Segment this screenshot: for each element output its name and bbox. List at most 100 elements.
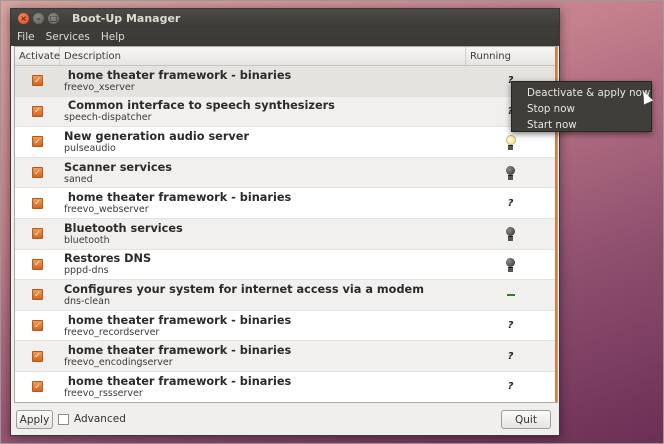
apply-button[interactable]: Apply xyxy=(16,410,53,429)
activate-cell: ✓ xyxy=(15,158,60,188)
menu-item-stop-now[interactable]: Stop now xyxy=(512,101,651,117)
advanced-label: Advanced xyxy=(74,413,126,425)
description-cell: home theater framework - binaries freevo… xyxy=(60,66,466,96)
service-name: saned xyxy=(64,173,93,185)
service-description: New generation audio server xyxy=(64,129,250,143)
bottom-bar: Apply Advanced Quit xyxy=(11,405,559,435)
table-row[interactable]: ✓ home theater framework - binaries free… xyxy=(15,372,557,402)
advanced-toggle[interactable]: Advanced xyxy=(58,413,126,425)
menu-services[interactable]: Services xyxy=(46,31,90,43)
service-description: Configures your system for internet acce… xyxy=(64,282,424,296)
activate-checkbox[interactable]: ✓ xyxy=(32,289,43,301)
lightbulb-on-icon xyxy=(506,135,516,151)
description-cell: home theater framework - binaries freevo… xyxy=(60,188,466,218)
service-description: home theater framework - binaries xyxy=(64,68,292,82)
menu-item-deactivate-apply[interactable]: Deactivate & apply now xyxy=(512,85,651,101)
activate-cell: ✓ xyxy=(15,372,60,402)
service-name: pulseaudio xyxy=(64,142,116,154)
service-description: home theater framework - binaries xyxy=(64,191,292,205)
menu-item-start-now[interactable]: Start now xyxy=(512,117,651,133)
service-description: home theater framework - binaries xyxy=(64,344,292,358)
activate-checkbox[interactable]: ✓ xyxy=(32,167,43,179)
table-row[interactable]: ✓ home theater framework - binaries free… xyxy=(15,188,557,219)
description-cell: Configures your system for internet acce… xyxy=(60,280,466,310)
activate-cell: ✓ xyxy=(15,97,60,127)
running-cell xyxy=(466,280,555,310)
unknown-status: ? xyxy=(507,320,514,332)
service-description: Restores DNS xyxy=(64,252,152,266)
unknown-status: ? xyxy=(507,197,514,209)
table-row[interactable]: ✓ Scanner services saned xyxy=(15,157,557,189)
close-icon[interactable]: × xyxy=(18,13,29,24)
running-cell xyxy=(466,158,555,188)
activate-checkbox[interactable]: ✓ xyxy=(32,350,43,362)
service-name: dns-clean xyxy=(64,295,110,307)
activate-cell: ✓ xyxy=(15,127,60,157)
advanced-checkbox[interactable] xyxy=(58,413,69,425)
table-row[interactable]: ✓ New generation audio server pulseaudio xyxy=(15,127,557,158)
running-cell: ? xyxy=(466,372,555,402)
description-cell: Restores DNS pppd-dns xyxy=(60,250,466,280)
running-cell xyxy=(466,219,555,249)
description-cell: Common interface to speech synthesizers … xyxy=(60,97,466,127)
service-name: freevo_encodingserver xyxy=(64,357,173,369)
lightbulb-off-icon xyxy=(506,257,515,272)
description-cell: home theater framework - binaries freevo… xyxy=(60,372,466,402)
activate-cell: ✓ xyxy=(15,341,60,371)
activate-checkbox[interactable]: ✓ xyxy=(32,105,43,117)
table-row[interactable]: ✓ Bluetooth services bluetooth xyxy=(15,218,557,250)
status-dash-icon xyxy=(506,293,515,296)
activate-cell: ✓ xyxy=(15,219,60,249)
unknown-status: ? xyxy=(507,381,514,393)
service-name: speech-dispatcher xyxy=(64,112,152,124)
service-name: pppd-dns xyxy=(64,265,109,277)
table-row[interactable]: ✓ home theater framework - binaries free… xyxy=(15,66,557,97)
column-header-running[interactable]: Running xyxy=(466,47,555,65)
service-description: Bluetooth services xyxy=(64,221,183,235)
description-cell: New generation audio server pulseaudio xyxy=(60,127,466,157)
service-description: home theater framework - binaries xyxy=(64,374,292,388)
table-row[interactable]: ✓ Configures your system for internet ac… xyxy=(15,280,557,311)
column-header-activate[interactable]: Activate xyxy=(15,47,60,65)
activate-checkbox[interactable]: ✓ xyxy=(32,320,43,332)
running-cell: ? xyxy=(466,341,555,371)
activate-checkbox[interactable]: ✓ xyxy=(32,136,43,148)
boot-up-manager-window: × – □ Boot-Up Manager File Services Help… xyxy=(10,8,560,436)
table-row[interactable]: ✓ home theater framework - binaries free… xyxy=(15,341,557,372)
activate-checkbox[interactable]: ✓ xyxy=(32,381,43,393)
window-title: Boot-Up Manager xyxy=(72,12,181,25)
activate-checkbox[interactable]: ✓ xyxy=(32,197,43,209)
activate-cell: ✓ xyxy=(15,280,60,310)
running-cell: ? xyxy=(466,311,555,341)
activate-checkbox[interactable]: ✓ xyxy=(32,258,43,270)
service-description: Common interface to speech synthesizers xyxy=(64,99,335,113)
running-cell xyxy=(466,250,555,280)
description-cell: Bluetooth services bluetooth xyxy=(60,219,466,249)
service-description: Scanner services xyxy=(64,160,172,174)
menubar: File Services Help xyxy=(11,28,559,46)
table-row[interactable]: ✓ Restores DNS pppd-dns xyxy=(15,250,557,281)
minimize-icon[interactable]: – xyxy=(33,13,44,24)
titlebar: × – □ Boot-Up Manager xyxy=(11,9,559,28)
description-cell: Scanner services saned xyxy=(60,158,466,188)
table-row[interactable]: ✓ home theater framework - binaries free… xyxy=(15,311,557,342)
menu-help[interactable]: Help xyxy=(101,31,125,43)
maximize-icon[interactable]: □ xyxy=(48,13,59,24)
quit-button[interactable]: Quit xyxy=(501,410,551,429)
activate-checkbox[interactable]: ✓ xyxy=(32,228,43,240)
activate-checkbox[interactable]: ✓ xyxy=(32,75,43,87)
table-body: ✓ home theater framework - binaries free… xyxy=(15,66,557,402)
running-cell: ? xyxy=(466,188,555,218)
context-menu: Deactivate & apply now Stop now Start no… xyxy=(511,81,652,132)
activate-cell: ✓ xyxy=(15,250,60,280)
table-header: Activate Description Running xyxy=(15,47,557,66)
service-name: freevo_recordserver xyxy=(64,326,160,338)
lightbulb-off-icon xyxy=(506,227,515,242)
menu-file[interactable]: File xyxy=(17,31,35,43)
column-header-description[interactable]: Description xyxy=(60,47,466,65)
table-row[interactable]: ✓ Common interface to speech synthesizer… xyxy=(15,96,557,128)
service-name: freevo_webserver xyxy=(64,204,149,216)
activate-cell: ✓ xyxy=(15,66,60,96)
lightbulb-off-icon xyxy=(506,166,515,181)
services-table: Activate Description Running ✓ home thea… xyxy=(14,46,558,403)
